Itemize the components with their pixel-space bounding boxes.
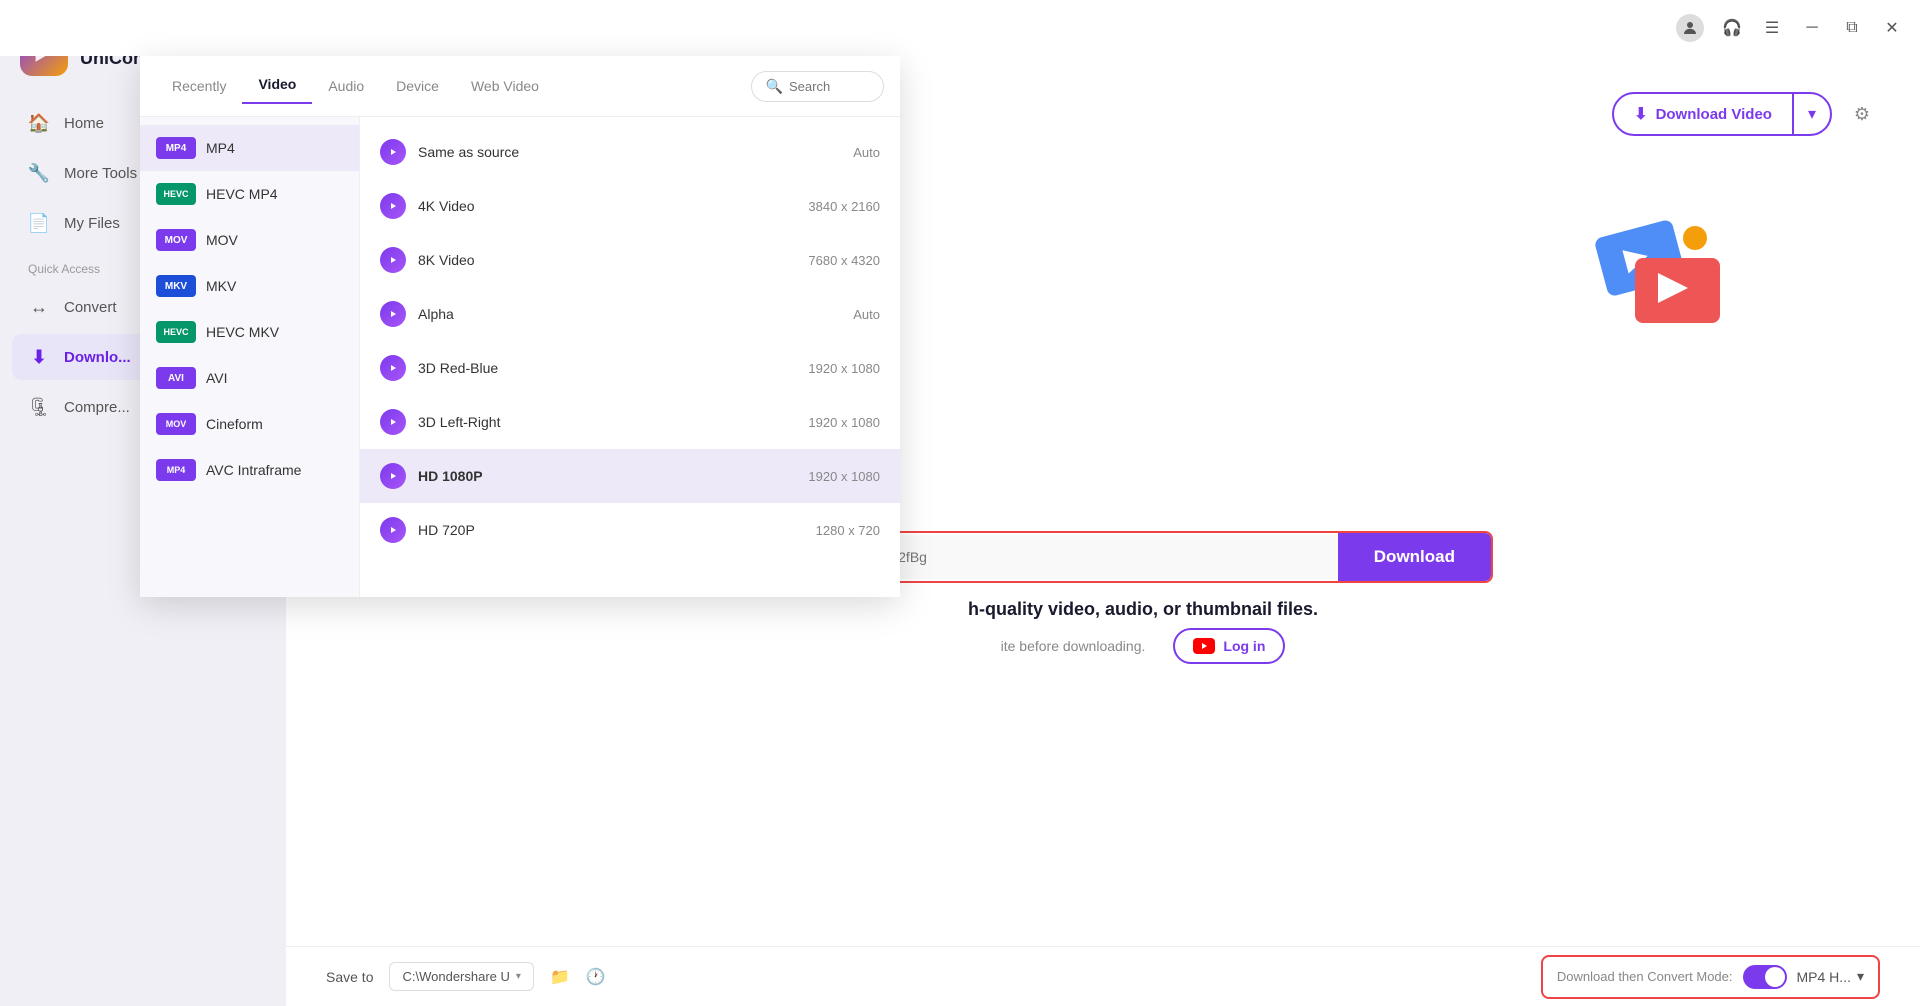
convert-mode-area: Download then Convert Mode: MP4 H... ▾ (1541, 955, 1880, 999)
format-tabs: Recently Video Audio Device Web Video 🔍 (140, 56, 900, 117)
sidebar-item-label: My Files (64, 215, 120, 232)
avc-badge: MP4 (156, 459, 196, 481)
minimize-button[interactable]: ─ (1800, 16, 1824, 40)
maximize-button[interactable]: ⧉ (1840, 16, 1864, 40)
menu-icon[interactable]: ☰ (1760, 16, 1784, 40)
home-icon: 🏠 (28, 112, 50, 134)
cineform-badge: MOV (156, 413, 196, 435)
avi-badge: AVI (156, 367, 196, 389)
search-input[interactable] (789, 79, 869, 94)
header-actions: ⬇ Download Video ▾ ⚙ (1612, 92, 1880, 136)
settings-icon[interactable]: ⚙ (1844, 96, 1880, 132)
download-video-main: ⬇ Download Video (1614, 94, 1792, 134)
download-icon: ⬇ (1634, 104, 1647, 124)
toggle-knob (1765, 967, 1785, 987)
quality-3d-red-blue[interactable]: 3D Red-Blue 1920 x 1080 (360, 341, 900, 395)
quality-8k[interactable]: 8K Video 7680 x 4320 (360, 233, 900, 287)
tab-audio[interactable]: Audio (312, 70, 380, 102)
tab-device[interactable]: Device (380, 70, 455, 102)
download-button[interactable]: Download (1338, 533, 1491, 581)
titlebar: 🎧 ☰ ─ ⧉ ✕ (0, 0, 1920, 56)
login-button[interactable]: Log in (1173, 628, 1285, 664)
save-path-selector[interactable]: C:\Wondershare U ▾ (389, 962, 533, 991)
play-icon (380, 355, 406, 381)
quality-4k[interactable]: 4K Video 3840 x 2160 (360, 179, 900, 233)
sidebar-item-label: Convert (64, 299, 117, 316)
play-icon (380, 409, 406, 435)
format-item-cineform[interactable]: MOV Cineform (140, 401, 359, 447)
quality-same-as-source[interactable]: Same as source Auto (360, 125, 900, 179)
save-to-label: Save to (326, 969, 373, 985)
downloader-icon: ⬇ (28, 346, 50, 368)
play-icon (380, 463, 406, 489)
promo-text: h-quality video, audio, or thumbnail fil… (968, 599, 1318, 620)
close-button[interactable]: ✕ (1880, 16, 1904, 40)
format-item-mp4[interactable]: MP4 MP4 (140, 125, 359, 171)
headphones-icon[interactable]: 🎧 (1720, 16, 1744, 40)
quality-3d-left-right[interactable]: 3D Left-Right 1920 x 1080 (360, 395, 900, 449)
sub-area: ite before downloading. Log in (1001, 628, 1286, 664)
clock-icon[interactable]: 🕐 (586, 967, 606, 987)
format-dropdown: Recently Video Audio Device Web Video 🔍 … (140, 56, 900, 597)
format-dropdown-icon: ▾ (1857, 968, 1864, 985)
format-item-mkv[interactable]: MKV MKV (140, 263, 359, 309)
play-icon (380, 247, 406, 273)
account-icon[interactable] (1676, 14, 1704, 42)
format-selector[interactable]: MP4 H... ▾ (1797, 968, 1865, 985)
bottom-bar: Save to C:\Wondershare U ▾ 📁 🕐 Download … (286, 946, 1920, 1006)
play-icon (380, 301, 406, 327)
my-files-icon: 📄 (28, 212, 50, 234)
format-item-mov[interactable]: MOV MOV (140, 217, 359, 263)
quality-hd-1080p[interactable]: HD 1080P 1920 x 1080 (360, 449, 900, 503)
video-illustration (1580, 208, 1740, 373)
format-item-hevc-mkv[interactable]: HEVC HEVC MKV (140, 309, 359, 355)
tab-video[interactable]: Video (242, 68, 312, 104)
converter-icon: ↔ (28, 296, 50, 318)
convert-mode-label: Download then Convert Mode: (1557, 969, 1733, 984)
play-icon (380, 517, 406, 543)
sidebar-item-label: More Tools (64, 165, 137, 182)
mov-badge: MOV (156, 229, 196, 251)
mp4-badge: MP4 (156, 137, 196, 159)
compressor-icon: 🗜 (28, 396, 50, 418)
quality-list: Same as source Auto 4K Video 3840 x 2160… (360, 117, 900, 597)
format-item-avc[interactable]: MP4 AVC Intraframe (140, 447, 359, 493)
search-icon: 🔍 (766, 78, 783, 95)
tab-web-video[interactable]: Web Video (455, 70, 555, 102)
dropdown-arrow-icon: ▾ (516, 971, 521, 982)
play-icon (380, 193, 406, 219)
mkv-badge: MKV (156, 275, 196, 297)
more-tools-icon: 🔧 (28, 162, 50, 184)
quality-hd-720p[interactable]: HD 720P 1280 x 720 (360, 503, 900, 557)
format-item-hevc-mp4[interactable]: HEVC HEVC MP4 (140, 171, 359, 217)
format-body: MP4 MP4 HEVC HEVC MP4 MOV MOV MKV MKV HE… (140, 117, 900, 597)
hevc-badge: HEVC (156, 183, 196, 205)
download-video-button[interactable]: ⬇ Download Video ▾ (1612, 92, 1832, 136)
youtube-icon (1193, 638, 1215, 654)
hevc-mkv-badge: HEVC (156, 321, 196, 343)
tab-recently[interactable]: Recently (156, 70, 242, 102)
play-icon (380, 139, 406, 165)
search-box: 🔍 (751, 71, 884, 102)
convert-mode-toggle[interactable] (1743, 965, 1787, 989)
format-item-avi[interactable]: AVI AVI (140, 355, 359, 401)
format-list: MP4 MP4 HEVC HEVC MP4 MOV MOV MKV MKV HE… (140, 117, 360, 597)
sidebar-item-label: Downlo... (64, 349, 131, 366)
sidebar-item-label: Home (64, 115, 104, 132)
sidebar-item-label: Compre... (64, 399, 130, 416)
download-video-arrow[interactable]: ▾ (1792, 94, 1830, 134)
folder-icon[interactable]: 📁 (550, 967, 570, 987)
quality-alpha[interactable]: Alpha Auto (360, 287, 900, 341)
